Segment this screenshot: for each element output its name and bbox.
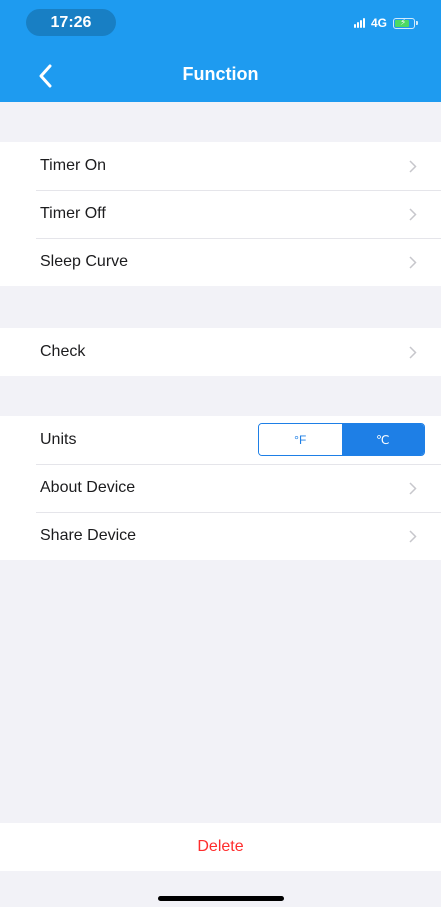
device-group: Units °F ℃ About Device Share Device xyxy=(0,416,441,560)
fahrenheit-option[interactable]: °F xyxy=(259,424,342,455)
page-title: Function xyxy=(182,64,259,84)
home-indicator xyxy=(158,896,284,901)
delete-button[interactable]: Delete xyxy=(0,823,441,871)
status-time: 17:26 xyxy=(26,9,116,36)
timer-on-label: Timer On xyxy=(40,157,107,174)
share-device-label: Share Device xyxy=(40,527,137,544)
units-label: Units xyxy=(40,431,77,448)
status-indicators: 4G ⚡ xyxy=(353,15,418,31)
chevron-right-icon xyxy=(409,346,417,359)
battery-charging-icon: ⚡ xyxy=(393,17,418,29)
chevron-right-icon xyxy=(409,208,417,221)
units-row: Units °F ℃ xyxy=(0,416,441,464)
chevron-right-icon xyxy=(409,482,417,495)
units-toggle[interactable]: °F ℃ xyxy=(258,423,425,456)
status-bar: 17:26 4G ⚡ xyxy=(0,0,441,44)
header: 17:26 4G ⚡ Function xyxy=(0,0,441,102)
about-device-label: About Device xyxy=(40,479,136,496)
about-device-row[interactable]: About Device xyxy=(0,464,441,512)
sleep-curve-row[interactable]: Sleep Curve xyxy=(0,238,441,286)
timer-off-label: Timer Off xyxy=(40,205,106,222)
sleep-curve-label: Sleep Curve xyxy=(40,253,129,270)
timers-group: Timer On Timer Off Sleep Curve xyxy=(0,142,441,286)
check-label: Check xyxy=(40,343,86,360)
signal-icon xyxy=(353,18,365,28)
chevron-right-icon xyxy=(409,160,417,173)
check-row[interactable]: Check xyxy=(0,328,441,376)
timer-off-row[interactable]: Timer Off xyxy=(0,190,441,238)
chevron-right-icon xyxy=(409,530,417,543)
celsius-option[interactable]: ℃ xyxy=(341,424,424,455)
chevron-right-icon xyxy=(409,256,417,269)
share-device-row[interactable]: Share Device xyxy=(0,512,441,560)
timer-on-row[interactable]: Timer On xyxy=(0,142,441,190)
network-type: 4G xyxy=(370,16,387,30)
check-group: Check xyxy=(0,328,441,376)
